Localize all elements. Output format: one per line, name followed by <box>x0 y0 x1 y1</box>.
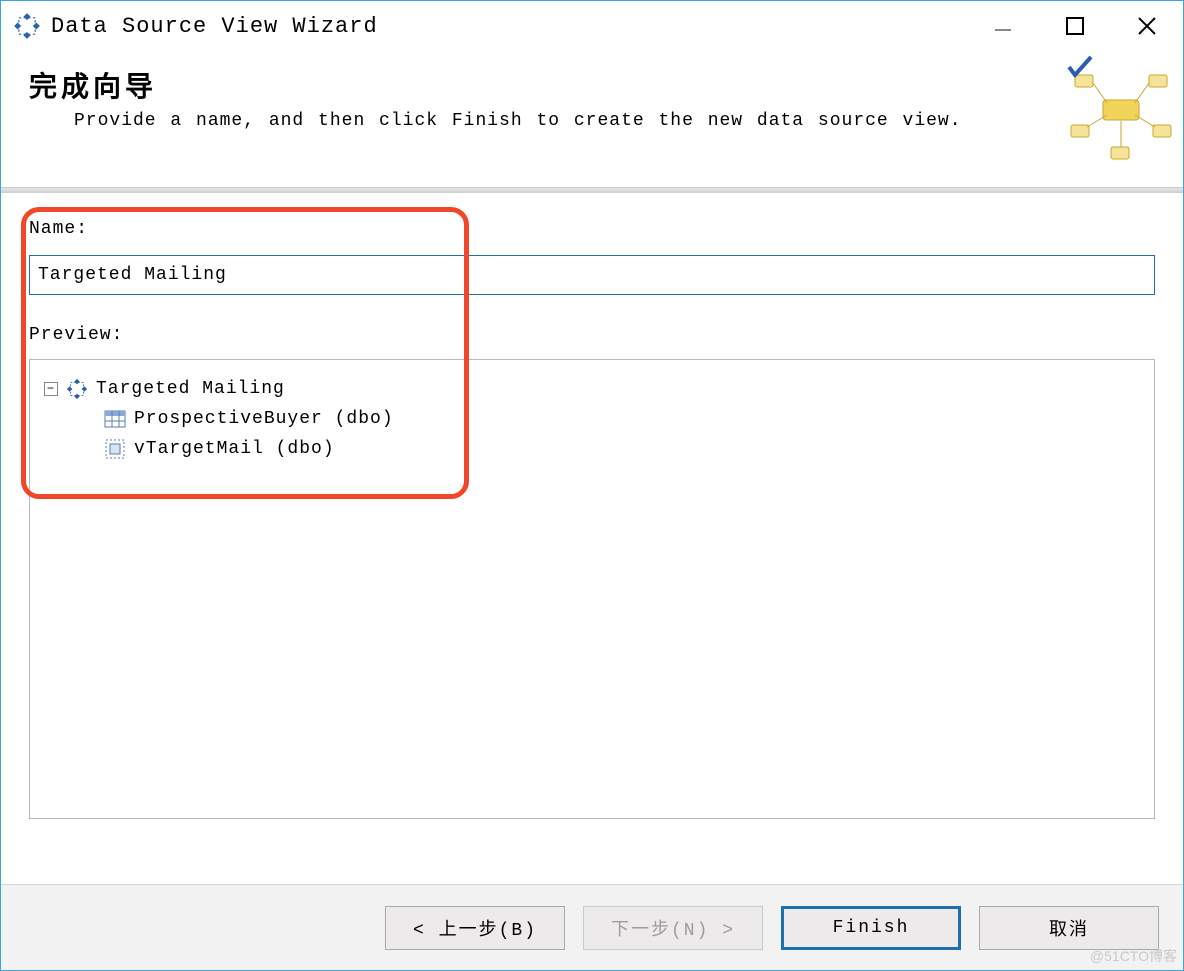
maximize-button[interactable] <box>1039 1 1111 51</box>
tree-item-label: ProspectiveBuyer (dbo) <box>134 409 394 429</box>
window-controls <box>967 1 1183 51</box>
watermark: @51CTO博客 <box>1090 946 1177 966</box>
back-button[interactable]: < 上一步(B) <box>385 906 565 950</box>
name-label: Name: <box>29 219 1155 239</box>
cancel-button[interactable]: 取消 <box>979 906 1159 950</box>
wizard-step-subtitle: Provide a name, and then click Finish to… <box>74 111 1159 131</box>
tree-item-row[interactable]: ProspectiveBuyer (dbo) <box>104 404 1140 434</box>
wizard-content: Name: Preview: − Targeted Mailing <box>1 195 1183 880</box>
preview-tree: − Targeted Mailing <box>29 359 1155 819</box>
tree-item-label: vTargetMail (dbo) <box>134 439 335 459</box>
collapse-icon[interactable]: − <box>44 382 58 396</box>
tree-item-row[interactable]: vTargetMail (dbo) <box>104 434 1140 464</box>
next-button: 下一步(N) > <box>583 906 763 950</box>
wizard-header-graphic <box>1065 55 1177 167</box>
dsv-icon <box>66 378 88 400</box>
dsv-app-icon <box>13 12 41 40</box>
minimize-button[interactable] <box>967 1 1039 51</box>
titlebar: Data Source View Wizard <box>1 1 1183 51</box>
close-button[interactable] <box>1111 1 1183 51</box>
tree-root-label: Targeted Mailing <box>96 379 285 399</box>
header-separator <box>1 187 1183 193</box>
name-input[interactable] <box>29 255 1155 295</box>
window-title: Data Source View Wizard <box>51 14 967 39</box>
wizard-header: 完成向导 Provide a name, and then click Fini… <box>1 51 1183 187</box>
table-icon <box>104 408 126 430</box>
view-icon <box>104 438 126 460</box>
finish-button[interactable]: Finish <box>781 906 961 950</box>
wizard-step-title: 完成向导 <box>29 65 1159 105</box>
wizard-footer: < 上一步(B) 下一步(N) > Finish 取消 <box>1 884 1183 970</box>
tree-root-row[interactable]: − Targeted Mailing <box>44 374 1140 404</box>
preview-label: Preview: <box>29 325 1155 345</box>
